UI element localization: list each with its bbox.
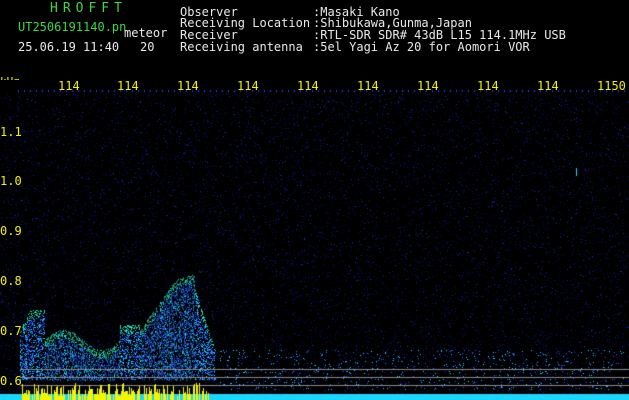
meteor-label: meteor — [124, 26, 168, 40]
freq-tick: 1.1 — [0, 125, 22, 139]
time-tick: 1150 — [597, 79, 626, 93]
header-panel: HROFFT UT2506191140.pn meteor 25.06.19 1… — [0, 0, 629, 88]
freq-tick: 0.7 — [0, 324, 22, 338]
time-tick: 114 — [417, 79, 439, 93]
freq-tick: 0.8 — [0, 274, 22, 288]
file-name: UT2506191140.pn — [18, 20, 127, 34]
app-logo: HROFFT — [50, 1, 127, 16]
time-tick: 114 — [537, 79, 559, 93]
time-tick: 114 — [477, 79, 499, 93]
meteor-count: 20 — [140, 40, 155, 54]
freq-tick: 0.6 — [0, 374, 22, 388]
time-tick: 114 — [297, 79, 319, 93]
antenna-label: Receiving antenna — [180, 40, 303, 54]
date-time: 25.06.19 11:40 — [18, 40, 120, 54]
antenna-value: :5el Yagi Az 20 for Aomori VOR — [313, 40, 530, 54]
freq-tick: 1.0 — [0, 174, 22, 188]
time-tick: 114 — [117, 79, 139, 93]
time-tick: 114 — [237, 79, 259, 93]
time-tick: 114 — [177, 79, 199, 93]
spectrogram-canvas — [0, 80, 629, 400]
time-tick: 114 — [58, 79, 80, 93]
freq-tick: 0.9 — [0, 224, 22, 238]
time-tick: 114 — [357, 79, 379, 93]
